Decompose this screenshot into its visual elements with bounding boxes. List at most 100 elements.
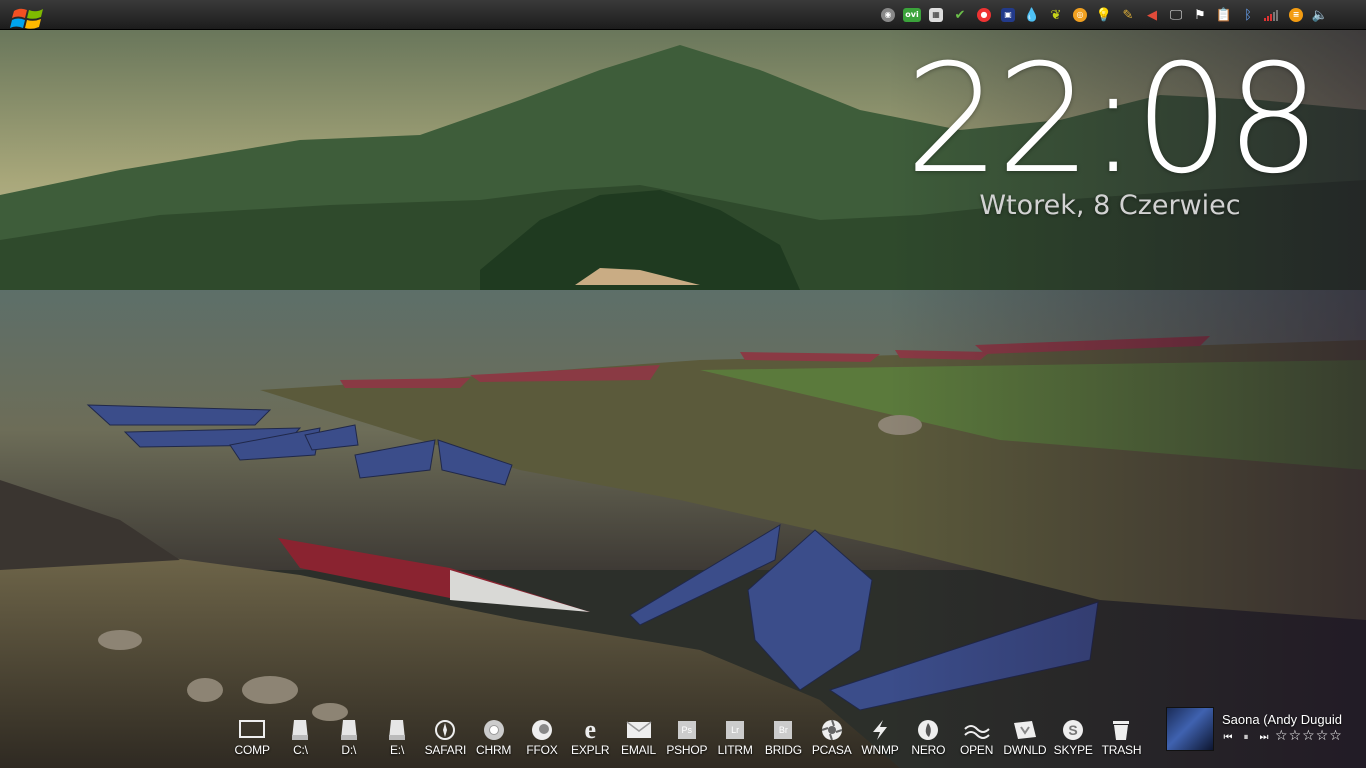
- dock-label: TRASH: [1101, 743, 1142, 757]
- dock-item-skype[interactable]: S SKYPE: [1049, 718, 1097, 766]
- windows-start-button[interactable]: [8, 1, 48, 33]
- cd-icon[interactable]: ◉: [876, 5, 900, 25]
- drive-icon: [286, 718, 314, 742]
- dock-label: WNMP: [861, 743, 899, 757]
- dock-label: OPEN: [959, 743, 994, 757]
- water-drop-icon[interactable]: 💧: [1020, 5, 1044, 25]
- system-tray: ◉ ovi ▦ ✔ ● ▣ 💧 ❦ ◎ 💡 ✎ ◀ 🖵 ⚑ 📋 ᛒ ≡ 🔈: [876, 5, 1332, 25]
- top-taskbar: ◉ ovi ▦ ✔ ● ▣ 💧 ❦ ◎ 💡 ✎ ◀ 🖵 ⚑ 📋 ᛒ ≡ 🔈: [0, 0, 1366, 30]
- application-dock: COMP C:\ D:\ E:\ SAFARI CHRM FFOX e EXPL…: [228, 715, 1146, 766]
- dock-item-email[interactable]: EMAIL: [614, 718, 662, 766]
- photoshop-glyph: Ps: [677, 721, 696, 739]
- dock-label: BRIDG: [764, 743, 802, 757]
- dock-label: DWNLD: [1003, 743, 1047, 757]
- envelope-icon: [625, 718, 653, 742]
- lightbulb-icon[interactable]: 💡: [1092, 5, 1116, 25]
- display-icon[interactable]: ▣: [996, 5, 1020, 25]
- internet-explorer-icon: e: [584, 715, 596, 744]
- svg-text:S: S: [1069, 722, 1078, 738]
- trash-icon: [1107, 718, 1135, 742]
- skype-icon: S: [1059, 718, 1087, 742]
- windows-logo-icon: [10, 8, 43, 29]
- ovi-icon[interactable]: ovi: [900, 5, 924, 25]
- dock-label: LITRM: [717, 743, 753, 757]
- bridge-icon: Br: [769, 718, 797, 742]
- dock-item-nero[interactable]: NERO: [904, 718, 952, 766]
- dock-item-safari[interactable]: SAFARI: [421, 718, 469, 766]
- stop-icon[interactable]: ●: [972, 5, 996, 25]
- lightning-icon: [866, 718, 894, 742]
- track-rating: ☆ ☆ ☆ ☆ ☆: [1275, 728, 1342, 744]
- star-icon[interactable]: ☆: [1302, 728, 1315, 744]
- wave-icon: [963, 718, 991, 742]
- dock-item-drive-e[interactable]: E:\: [373, 718, 421, 766]
- compass-icon: [431, 718, 459, 742]
- playback-controls: ⏮ ⏸ ⏭: [1222, 730, 1270, 744]
- dock-item-open[interactable]: OPEN: [952, 718, 1000, 766]
- clipboard-icon[interactable]: 📋: [1212, 5, 1236, 25]
- drive-icon: [383, 718, 411, 742]
- dock-label: COMP: [234, 743, 270, 757]
- dock-label: SKYPE: [1053, 743, 1093, 757]
- pencil-icon[interactable]: ✎: [1116, 5, 1140, 25]
- dock-item-lightroom[interactable]: Lr LITRM: [711, 718, 759, 766]
- orange-circle-icon[interactable]: ◎: [1068, 5, 1092, 25]
- signal-icon[interactable]: [1260, 5, 1284, 25]
- dock-item-firefox[interactable]: FFOX: [518, 718, 566, 766]
- dock-label: SAFARI: [424, 743, 467, 757]
- pause-icon[interactable]: ⏸: [1240, 730, 1252, 744]
- menu-circle-icon[interactable]: ≡: [1284, 5, 1308, 25]
- dock-label: FFOX: [526, 743, 558, 757]
- dock-item-drive-c[interactable]: C:\: [276, 718, 324, 766]
- dock-label: EMAIL: [621, 743, 657, 757]
- dock-item-downloads[interactable]: DWNLD: [1001, 718, 1049, 766]
- dock-label: C:\: [293, 743, 308, 757]
- dock-label: EXPLR: [571, 743, 610, 757]
- star-icon[interactable]: ☆: [1275, 728, 1288, 744]
- chrome-icon: [480, 718, 508, 742]
- dock-item-photoshop[interactable]: Ps PSHOP: [663, 718, 711, 766]
- next-track-icon[interactable]: ⏭: [1258, 730, 1270, 744]
- star-icon[interactable]: ☆: [1316, 728, 1329, 744]
- dock-item-comp[interactable]: COMP: [228, 718, 276, 766]
- alert-speaker-icon[interactable]: ◀: [1140, 5, 1164, 25]
- shield-check-icon[interactable]: ✔: [948, 5, 972, 25]
- flag-icon[interactable]: ⚑: [1188, 5, 1212, 25]
- dock-label: PCASA: [811, 743, 852, 757]
- media-player-widget: Saona (Andy Duguid ⏮ ⏸ ⏭ ☆ ☆ ☆ ☆ ☆: [1166, 706, 1366, 760]
- previous-track-icon[interactable]: ⏮: [1222, 730, 1234, 744]
- star-icon[interactable]: ☆: [1329, 728, 1342, 744]
- monitor-icon[interactable]: 🖵: [1164, 5, 1188, 25]
- bridge-glyph: Br: [774, 721, 793, 739]
- dock-item-explorer[interactable]: e EXPLR: [566, 715, 614, 766]
- clock-time: 22:08: [905, 33, 1321, 207]
- dock-item-chrome[interactable]: CHRM: [469, 718, 517, 766]
- dock-label: E:\: [390, 743, 405, 757]
- computer-icon: [238, 718, 266, 742]
- network-monitor-icon[interactable]: ▦: [924, 5, 948, 25]
- dock-label: NERO: [911, 743, 946, 757]
- dock-item-bridge[interactable]: Br BRIDG: [759, 718, 807, 766]
- clock-date: Wtorek, 8 Czerwiec: [979, 190, 1241, 221]
- bluetooth-icon[interactable]: ᛒ: [1236, 5, 1260, 25]
- dock-item-drive-d[interactable]: D:\: [325, 718, 373, 766]
- track-title: Saona (Andy Duguid: [1222, 712, 1342, 727]
- lightroom-icon: Lr: [721, 718, 749, 742]
- lightroom-glyph: Lr: [726, 721, 745, 739]
- dock-label: CHRM: [476, 743, 512, 757]
- dock-label: D:\: [341, 743, 357, 757]
- star-icon[interactable]: ☆: [1289, 728, 1302, 744]
- album-art[interactable]: [1166, 707, 1214, 751]
- dock-item-wnmp[interactable]: WNMP: [856, 718, 904, 766]
- leaf-icon[interactable]: ❦: [1044, 5, 1068, 25]
- drive-icon: [335, 718, 363, 742]
- dock-item-picasa[interactable]: PCASA: [808, 718, 856, 766]
- downloads-icon: [1011, 718, 1039, 742]
- volume-icon[interactable]: 🔈: [1308, 5, 1332, 25]
- dock-item-trash[interactable]: TRASH: [1097, 718, 1145, 766]
- flame-icon: [914, 718, 942, 742]
- dock-label: PSHOP: [666, 743, 708, 757]
- firefox-icon: [528, 718, 556, 742]
- aperture-icon: [818, 718, 846, 742]
- ovi-label: ovi: [903, 8, 921, 22]
